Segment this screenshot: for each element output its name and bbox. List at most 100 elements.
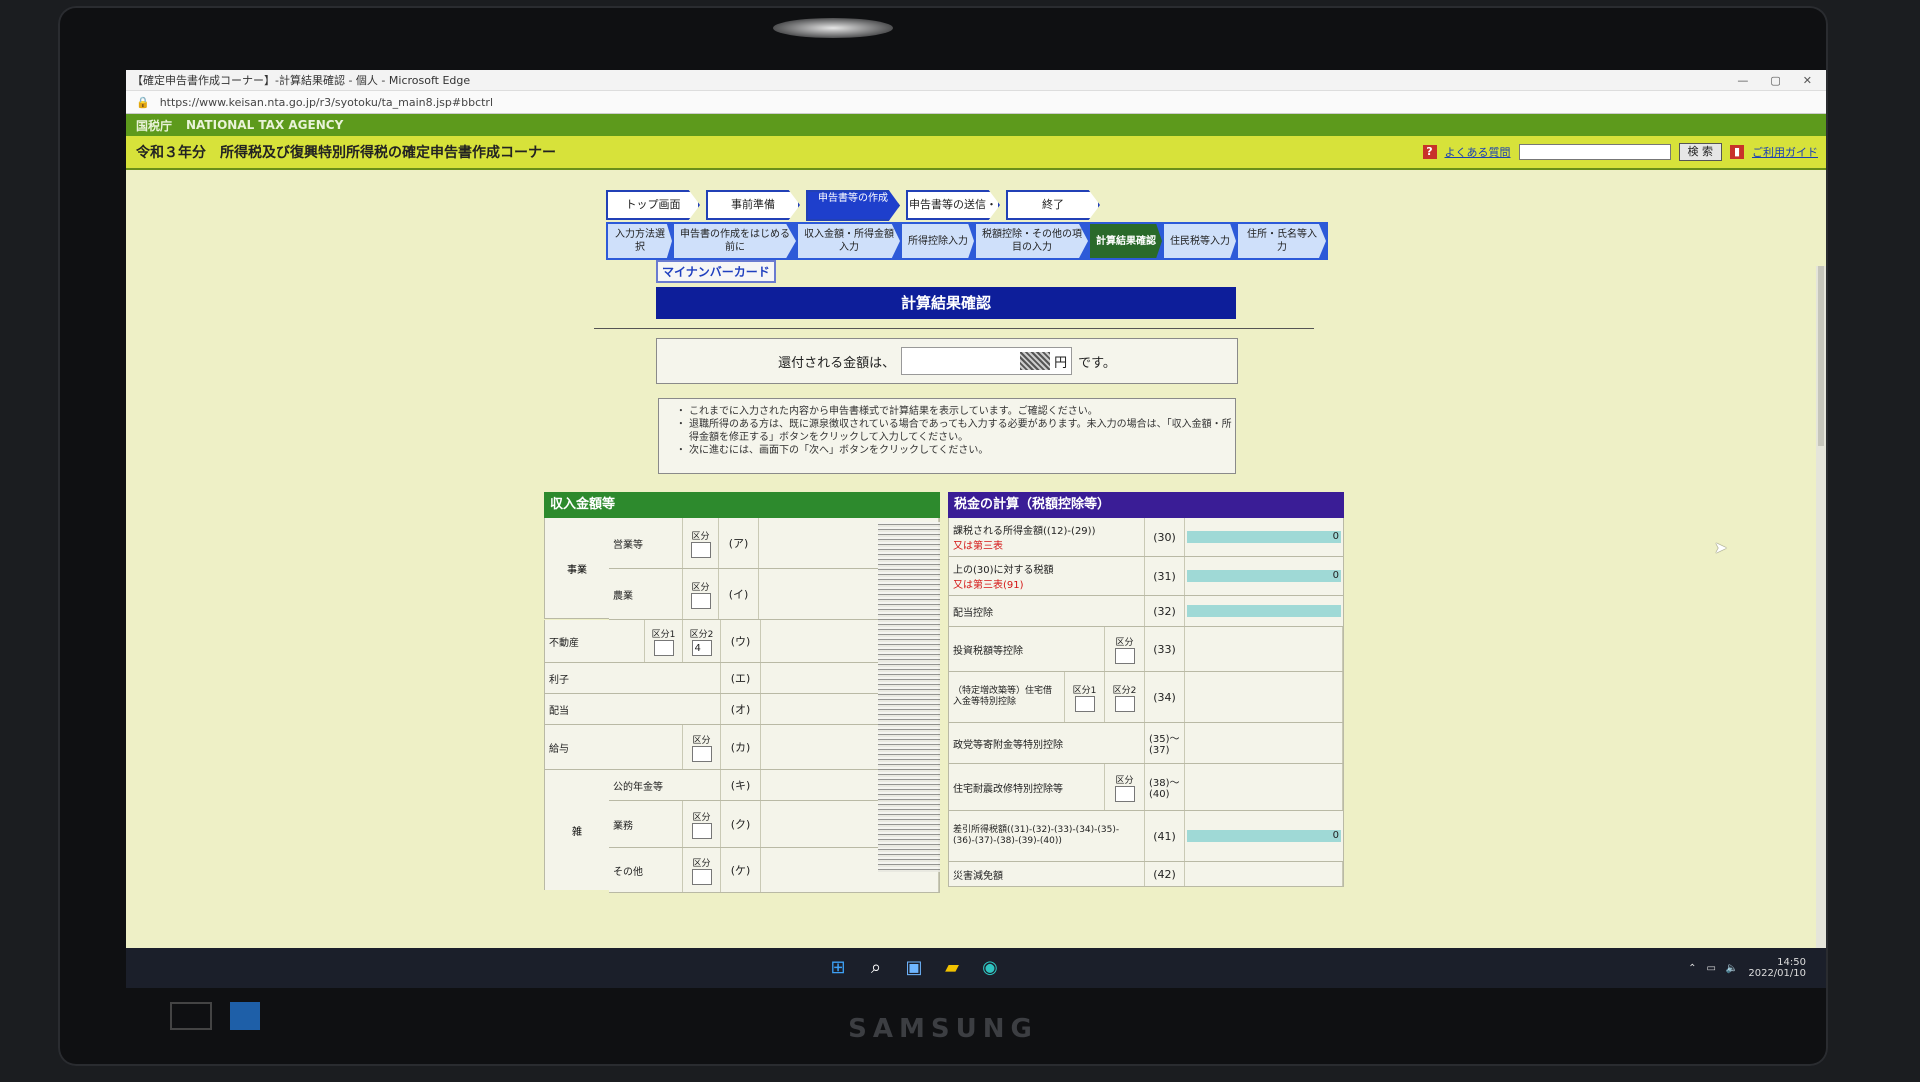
close-button[interactable]: ✕ xyxy=(1803,74,1812,87)
bezel-button-icon xyxy=(170,1002,212,1030)
page-title: 計算結果確認 xyxy=(656,287,1236,319)
windows-start-icon[interactable]: ⊞ xyxy=(826,956,850,980)
note-3: 次に進むには、画面下の「次へ」ボタンをクリックしてください。 xyxy=(689,444,1235,457)
kubun2-input-fudosan[interactable]: 4 xyxy=(691,639,712,656)
search-icon[interactable]: ⌕ xyxy=(864,956,888,980)
search-input[interactable] xyxy=(1518,144,1671,160)
kubun-label: 区分 xyxy=(1115,775,1134,786)
tray-chevron-icon[interactable]: ⌃ xyxy=(1688,963,1696,974)
window-title: 【確定申告書作成コーナー】-計算結果確認 - 個人 - Microsoft Ed… xyxy=(132,74,471,87)
faq-link[interactable]: よくある質問 xyxy=(1445,144,1511,160)
tax-label-30-red: 又は第三表 xyxy=(953,541,1003,552)
income-code-u: (ウ) xyxy=(721,620,761,662)
tax-code-31: (31) xyxy=(1145,557,1185,595)
kubun-label: 区分 xyxy=(691,531,710,542)
network-icon[interactable]: ▭ xyxy=(1706,963,1715,974)
tax-value-38 xyxy=(1185,764,1343,810)
kubun-input-sonota[interactable] xyxy=(691,868,712,885)
kubun2-input-34[interactable] xyxy=(1114,695,1135,712)
edge-browser-icon[interactable]: ◉ xyxy=(978,956,1002,980)
kubun-input-nogyo[interactable] xyxy=(690,592,711,609)
mynumber-card-badge: マイナンバーカード xyxy=(656,260,776,283)
substep-income: 収入金額・所得金額入力 xyxy=(798,224,900,258)
volume-icon[interactable]: 🔈 xyxy=(1726,963,1738,974)
tax-value-34 xyxy=(1185,672,1343,722)
agency-bar: 国税庁 NATIONAL TAX AGENCY xyxy=(126,114,1826,136)
tax-label-34: （特定増改築等）住宅借入金等特別控除 xyxy=(949,672,1065,722)
income-code-ku: (ク) xyxy=(721,801,761,847)
income-code-a: (ア) xyxy=(719,518,759,568)
tax-panel-title: 税金の計算（税額控除等） xyxy=(948,492,1344,518)
notes-box: これまでに入力された内容から申告書様式で計算結果を表示しています。ご確認ください… xyxy=(658,398,1236,474)
corner-header: 令和３年分 所得税及び復興特別所得税の確定申告書作成コーナー ? よくある質問 … xyxy=(126,136,1826,170)
agency-name: NATIONAL TAX AGENCY xyxy=(186,118,344,132)
tax-label-30: 課税される所得金額((12)-(29)) xyxy=(953,526,1096,537)
agency-short: 国税庁 xyxy=(136,118,173,133)
page-scrollbar[interactable] xyxy=(1816,266,1826,966)
kubun-input-33[interactable] xyxy=(1114,647,1135,664)
kubun2-label: 区分2 xyxy=(1112,685,1137,696)
corner-title: 令和３年分 所得税及び復興特別所得税の確定申告書作成コーナー xyxy=(136,145,556,161)
tax-code-41: (41) xyxy=(1145,811,1185,861)
question-icon: ? xyxy=(1422,145,1437,159)
kubun2-label: 区分2 xyxy=(689,629,714,640)
substep-deduction: 所得控除入力 xyxy=(902,224,974,258)
tax-value-33 xyxy=(1185,627,1343,671)
tax-code-30: (30) xyxy=(1145,518,1185,556)
income-code-ke: (ケ) xyxy=(721,848,761,892)
file-explorer-icon[interactable]: ▰ xyxy=(940,956,964,980)
income-label-nogyo: 農業 xyxy=(609,569,683,619)
guide-book-icon: ▮ xyxy=(1730,145,1744,159)
income-label-kyuyo: 給与 xyxy=(545,725,683,769)
kubun1-input-34[interactable] xyxy=(1074,695,1095,712)
monitor-brand: SAMSUNG xyxy=(848,1014,1038,1044)
tax-label-31: 上の(30)に対する税額 xyxy=(953,565,1054,576)
address-bar[interactable]: 🔒 https://www.keisan.nta.go.jp/r3/syotok… xyxy=(126,91,1826,114)
scrollbar-thumb[interactable] xyxy=(1818,266,1824,446)
refund-box: 還付される金額は、 円 です。 xyxy=(656,338,1238,384)
income-label-gyomu: 業務 xyxy=(609,801,683,847)
tax-code-33: (33) xyxy=(1145,627,1185,671)
kubun-label: 区分 xyxy=(692,735,711,746)
kubun-input-gyomu[interactable] xyxy=(691,822,712,839)
kubun-label: 区分 xyxy=(692,812,711,823)
income-code-i: (イ) xyxy=(719,569,759,619)
refund-amount-field: 円 xyxy=(901,347,1073,375)
guide-link[interactable]: ご利用ガイド xyxy=(1752,144,1818,160)
divider xyxy=(594,328,1314,329)
tax-panel: 税金の計算（税額控除等） 課税される所得金額((12)-(29)) 又は第三表 (… xyxy=(948,492,1344,887)
monitor-buttons xyxy=(170,1002,260,1030)
step-prep: 事前準備 xyxy=(706,190,800,220)
lock-icon: 🔒 xyxy=(136,95,150,109)
kubun1-input-fudosan[interactable] xyxy=(653,639,674,656)
url-text[interactable]: https://www.keisan.nta.go.jp/r3/syotoku/… xyxy=(160,96,493,109)
income-code-o: (オ) xyxy=(721,694,761,724)
income-code-ka: (カ) xyxy=(721,725,761,769)
light-glare xyxy=(773,18,893,38)
kubun-input-eigyo[interactable] xyxy=(690,541,711,558)
tax-value-30: 0 xyxy=(1187,531,1341,543)
redacted-income-values xyxy=(878,522,940,872)
note-1: これまでに入力された内容から申告書様式で計算結果を表示しています。ご確認ください… xyxy=(689,405,1235,418)
kubun-input-38[interactable] xyxy=(1114,785,1135,802)
income-code-ki: (キ) xyxy=(721,770,761,800)
kubun-label: 区分 xyxy=(692,858,711,869)
tax-value-32 xyxy=(1187,605,1341,617)
monitor-bezel: 【確定申告書作成コーナー】-計算結果確認 - 個人 - Microsoft Ed… xyxy=(58,6,1828,1066)
kubun-input-kyuyo[interactable] xyxy=(691,745,712,762)
clock[interactable]: 14:50 2022/01/10 xyxy=(1748,957,1806,979)
clock-time: 14:50 xyxy=(1777,957,1806,968)
minimize-button[interactable]: — xyxy=(1737,74,1748,87)
tax-code-35: (35)～(37) xyxy=(1145,723,1185,763)
maximize-button[interactable]: ▢ xyxy=(1770,74,1780,87)
kubun-label: 区分 xyxy=(1115,637,1134,648)
search-button[interactable]: 検 索 xyxy=(1678,143,1722,161)
task-view-icon[interactable]: ▣ xyxy=(902,956,926,980)
redacted-amount xyxy=(1020,352,1051,370)
tax-code-34: (34) xyxy=(1145,672,1185,722)
step-create: 申告書等の作成 xyxy=(806,190,900,221)
tax-value-35 xyxy=(1185,723,1343,763)
tax-label-31-red: 又は第三表(91) xyxy=(953,580,1024,591)
refund-suffix: です。 xyxy=(1078,355,1116,371)
kubun1-label: 区分1 xyxy=(1072,685,1097,696)
